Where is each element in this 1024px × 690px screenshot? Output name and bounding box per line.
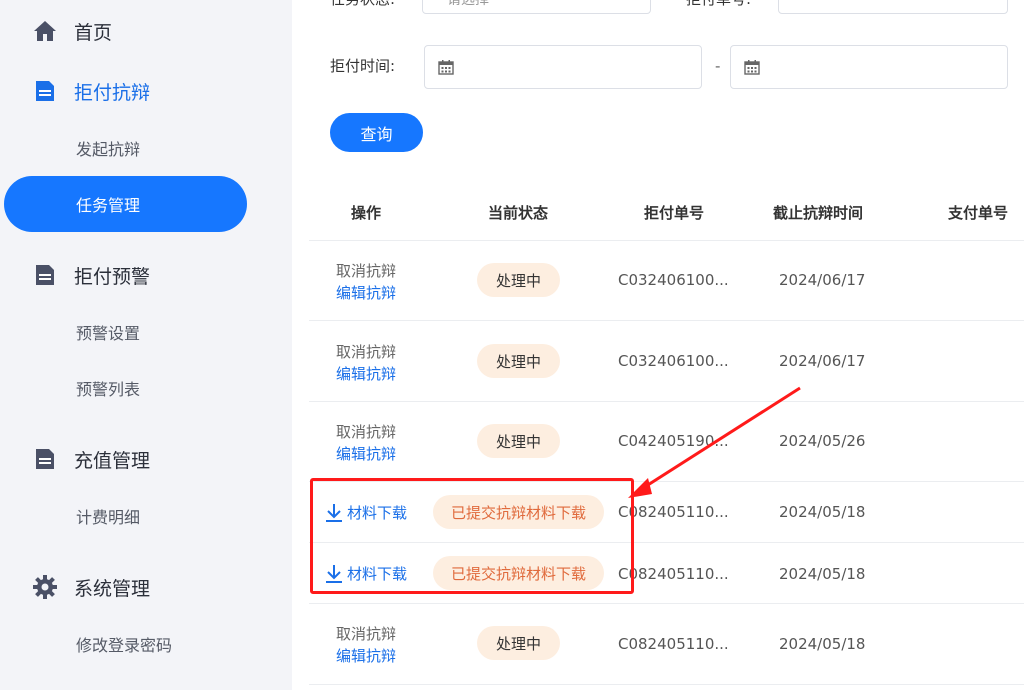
sidebar-item-warning-list[interactable]: 预警列表 [0,368,292,408]
status-badge: 处理中 [477,626,560,660]
annotation-highlight-box [310,478,634,594]
refuse-order-number: C082405110... [618,565,729,583]
status-badge: 处理中 [477,344,560,378]
cancel-dispute-link[interactable]: 取消抗辩 [336,341,396,362]
query-button[interactable]: 查询 [330,113,423,152]
status-badge: 处理中 [477,424,560,458]
nav-chargeback-warning[interactable]: 拒付预警 [0,260,292,290]
nav-recharge[interactable]: 充值管理 [0,444,292,474]
edit-dispute-link[interactable]: 编辑抗辩 [336,363,396,384]
calendar-icon [744,59,760,75]
row-divider [309,401,1024,402]
row-divider [309,240,1024,241]
deadline-date: 2024/05/18 [779,635,866,653]
refuse-no-label: 拒付单号: [686,0,751,9]
sidebar-item-launch-dispute[interactable]: 发起抗辩 [0,128,292,168]
nav-system[interactable]: 系统管理 [0,572,292,602]
nav-system-label: 系统管理 [74,577,151,600]
cancel-dispute-link[interactable]: 取消抗辩 [336,421,396,442]
task-status-select[interactable]: 请选择 [422,0,651,14]
nav-home-label: 首页 [74,21,113,44]
refuse-time-label: 拒付时间: [330,57,396,75]
sidebar-item-warning-settings[interactable]: 预警设置 [0,312,292,352]
deadline-date: 2024/06/17 [779,352,866,370]
calendar-icon [438,59,454,75]
row-divider [309,684,1024,685]
sidebar-item-label: 修改登录密码 [76,636,173,655]
start-date-input[interactable] [424,45,702,89]
refuse-order-number: C032406100... [618,271,729,289]
sidebar-item-change-password[interactable]: 修改登录密码 [0,624,292,664]
row-divider [309,603,1024,604]
nav-dispute[interactable]: 拒付抗辩 [0,76,292,106]
column-header-deadline: 截止抗辩时间 [773,204,864,222]
home-icon [31,17,59,45]
refuse-order-number: C082405110... [618,635,729,653]
nav-recharge-label: 充值管理 [74,449,151,472]
task-status-placeholder: 请选择 [447,0,489,8]
document-icon [31,445,59,473]
refuse-order-number: C042405190... [618,432,729,450]
sidebar-item-label: 预警列表 [76,380,141,399]
document-icon [31,261,59,289]
cancel-dispute-link[interactable]: 取消抗辩 [336,260,396,281]
date-separator: - [715,57,721,75]
task-status-label: 任务状态: [330,0,395,9]
sidebar-item-label: 预警设置 [76,324,141,343]
deadline-date: 2024/05/18 [779,565,866,583]
edit-dispute-link[interactable]: 编辑抗辩 [336,443,396,464]
deadline-date: 2024/05/18 [779,503,866,521]
edit-dispute-link[interactable]: 编辑抗辩 [336,645,396,666]
refuse-no-input[interactable] [778,0,1008,14]
sidebar-item-label: 任务管理 [76,196,141,215]
cancel-dispute-link[interactable]: 取消抗辩 [336,623,396,644]
sidebar-item-label: 计费明细 [76,508,141,527]
sidebar-item-label: 发起抗辩 [76,140,141,159]
edit-dispute-link[interactable]: 编辑抗辩 [336,282,396,303]
end-date-input[interactable] [730,45,1008,89]
nav-home[interactable]: 首页 [0,16,292,46]
deadline-date: 2024/06/17 [779,271,866,289]
nav-dispute-label: 拒付抗辩 [74,81,151,104]
refuse-order-number: C082405110... [618,503,729,521]
gear-icon [31,573,59,601]
deadline-date: 2024/05/26 [779,432,866,450]
document-icon [31,77,59,105]
column-header-payment-no: 支付单号 [948,204,1009,222]
status-badge: 处理中 [477,263,560,297]
sidebar-item-billing[interactable]: 计费明细 [0,496,292,536]
sidebar: 首页 拒付抗辩 发起抗辩 任务管理 拒付预警 预警设置 预警列表 充值管理 计费… [0,0,292,690]
nav-warning-label: 拒付预警 [74,265,151,288]
row-divider [309,320,1024,321]
refuse-order-number: C032406100... [618,352,729,370]
sidebar-item-task-management[interactable]: 任务管理 [4,176,247,232]
column-header-status: 当前状态 [488,204,549,222]
column-header-action: 操作 [351,204,382,222]
column-header-refuse-no: 拒付单号 [644,204,705,222]
